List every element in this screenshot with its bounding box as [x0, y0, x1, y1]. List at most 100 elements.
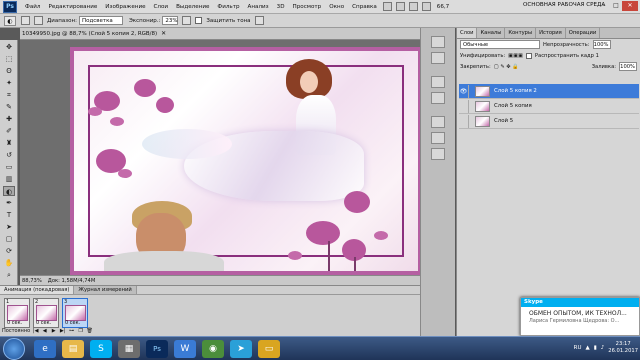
brush-preset-icon[interactable]: [21, 16, 30, 25]
hand-icon[interactable]: [408, 2, 418, 11]
eyedropper-icon[interactable]: ✎: [3, 102, 15, 112]
propagate-checkbox[interactable]: [525, 52, 532, 59]
brush-tool-icon[interactable]: ✐: [3, 126, 15, 136]
start-button-icon[interactable]: [3, 338, 25, 360]
tab-actions[interactable]: Операции: [566, 28, 601, 38]
menu-image[interactable]: Изображение: [101, 4, 149, 10]
delete-frame-icon[interactable]: 🗑: [86, 328, 93, 334]
skype-message-preview[interactable]: Лариса Гермиловна Щедрова: О...: [521, 318, 639, 324]
menu-help[interactable]: Справка: [348, 4, 381, 10]
menu-filter[interactable]: Фильтр: [213, 4, 243, 10]
menu-analysis[interactable]: Анализ: [244, 4, 273, 10]
layer-name[interactable]: Слой 5: [494, 118, 513, 124]
masks-panel-icon[interactable]: [431, 92, 445, 104]
bridge-icon[interactable]: [382, 2, 392, 11]
media-icon[interactable]: ▦: [118, 340, 140, 358]
close-doc-icon[interactable]: ✕: [161, 30, 166, 37]
eraser-tool-icon[interactable]: ▭: [3, 162, 15, 172]
animation-frame[interactable]: 2 0 сек.: [33, 298, 59, 328]
tab-layers[interactable]: Слои: [457, 28, 478, 38]
dodge-tool-icon[interactable]: ◐: [3, 186, 15, 196]
skype-taskbar-icon[interactable]: S: [90, 340, 112, 358]
menu-view[interactable]: Просмотр: [289, 4, 326, 10]
shape-tool-icon[interactable]: ▢: [3, 234, 15, 244]
tab-animation[interactable]: Анимация (покадровая): [0, 286, 75, 294]
crop-tool-icon[interactable]: ⌗: [3, 90, 15, 100]
app-icon[interactable]: ◉: [202, 340, 224, 358]
menu-select[interactable]: Выделение: [172, 4, 213, 10]
clone-source-icon[interactable]: [431, 132, 445, 144]
opacity-input[interactable]: 100%: [592, 40, 611, 49]
ie-icon[interactable]: e: [34, 340, 56, 358]
clock[interactable]: 23:17 26.01.2017: [608, 341, 638, 355]
photoshop-taskbar-icon[interactable]: Ps: [146, 340, 168, 358]
tray-expand-icon[interactable]: ▲: [586, 345, 590, 351]
canvas-area[interactable]: [20, 40, 422, 275]
language-indicator[interactable]: RU: [574, 345, 582, 351]
fill-input[interactable]: 100%: [619, 62, 637, 71]
protect-tones-checkbox[interactable]: [195, 17, 203, 24]
workspace-switcher[interactable]: ОСНОВНАЯ РАБОЧАЯ СРЕДА: [523, 2, 605, 8]
gradient-tool-icon[interactable]: ▥: [3, 174, 15, 184]
next-frame-icon[interactable]: ▶|: [59, 328, 66, 334]
document-tab[interactable]: 10349950.jpg @ 88,7% (Слой 5 копия 2, RG…: [20, 28, 420, 40]
document-image[interactable]: [70, 47, 422, 275]
eye-icon-hidden[interactable]: [459, 99, 469, 113]
word-icon[interactable]: W: [174, 340, 196, 358]
lock-icon[interactable]: ▢ ✎ ✥ 🔒: [494, 64, 519, 70]
network-icon[interactable]: ▮: [594, 345, 597, 351]
adjustments-panel-icon[interactable]: [431, 76, 445, 88]
loop-select[interactable]: Постоянно: [2, 328, 30, 334]
menu-3d[interactable]: 3D: [273, 4, 289, 10]
magic-wand-icon[interactable]: ✦: [3, 78, 15, 88]
airbrush-icon[interactable]: [182, 16, 192, 25]
animation-frame-selected[interactable]: 3 0 сек.: [62, 298, 88, 328]
swatches-panel-icon[interactable]: [431, 52, 445, 64]
healing-brush-icon[interactable]: ✚: [3, 114, 15, 124]
layer-row[interactable]: 👁 Слой 5 копия 2: [459, 84, 639, 99]
zoom-tool-icon[interactable]: ⌕: [3, 270, 15, 280]
folder-icon[interactable]: ▭: [258, 340, 280, 358]
unify-icon[interactable]: ▣▣▣: [508, 53, 523, 59]
blend-mode-select[interactable]: Обычные: [460, 40, 540, 49]
stamp-tool-icon[interactable]: ♜: [3, 138, 15, 148]
3d-rotate-icon[interactable]: ⟳: [3, 246, 15, 256]
zoom-icon[interactable]: [421, 2, 431, 11]
layer-name[interactable]: Слой 5 копия: [494, 103, 532, 109]
history-brush-icon[interactable]: ↺: [3, 150, 15, 160]
type-tool-icon[interactable]: T: [3, 210, 15, 220]
telegram-icon[interactable]: ➤: [230, 340, 252, 358]
menu-window[interactable]: Окно: [325, 4, 348, 10]
character-panel-icon[interactable]: [431, 148, 445, 160]
explorer-icon[interactable]: ▤: [62, 340, 84, 358]
skype-notification[interactable]: Skype ОБМЕН ОПЫТОМ, ИК ТЕХНОЛ... Лариса …: [520, 297, 640, 336]
first-frame-icon[interactable]: |◀: [32, 328, 39, 334]
close-icon[interactable]: ✕: [622, 1, 638, 11]
move-tool-icon[interactable]: ✥: [3, 42, 15, 52]
brush-panel-icon[interactable]: [34, 16, 43, 25]
volume-icon[interactable]: ♪: [601, 345, 605, 351]
layer-name[interactable]: Слой 5 копия 2: [494, 88, 537, 94]
minimize-icon[interactable]: –: [598, 1, 610, 11]
maximize-icon[interactable]: □: [610, 1, 622, 11]
lasso-tool-icon[interactable]: ʘ: [3, 66, 15, 76]
marquee-tool-icon[interactable]: ⬚: [3, 54, 15, 64]
eye-icon-hidden[interactable]: [459, 114, 469, 128]
zoom-level[interactable]: 66,7: [437, 4, 449, 10]
tween-icon[interactable]: ⊶: [68, 328, 75, 334]
menu-layers[interactable]: Слои: [150, 4, 173, 10]
tab-channels[interactable]: Каналы: [477, 28, 506, 38]
pressure-icon[interactable]: [254, 16, 264, 25]
animation-frame[interactable]: 1 0 сек.: [4, 298, 30, 328]
dodge-tool-icon[interactable]: ◐: [4, 15, 16, 26]
skype-chat-title[interactable]: ОБМЕН ОПЫТОМ, ИК ТЕХНОЛ...: [521, 307, 639, 318]
brush-panel-icon[interactable]: [431, 116, 445, 128]
color-panel-icon[interactable]: [431, 36, 445, 48]
tab-history[interactable]: История: [536, 28, 566, 38]
menu-edit[interactable]: Редактирование: [44, 4, 101, 10]
path-selection-icon[interactable]: ➤: [3, 222, 15, 232]
layer-row[interactable]: Слой 5 копия: [459, 99, 639, 114]
tab-paths[interactable]: Контуры: [505, 28, 537, 38]
prev-frame-icon[interactable]: ◀: [41, 328, 48, 334]
exposure-input[interactable]: 23%: [162, 16, 179, 25]
